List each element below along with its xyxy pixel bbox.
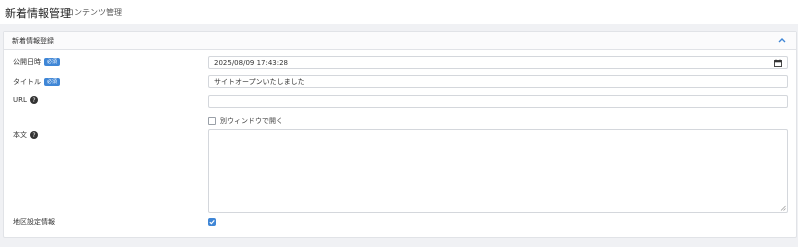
page-title: 新着情報管理 (5, 7, 71, 20)
body-label-row: 本文 ? (13, 130, 38, 140)
new-window-option[interactable]: 別ウィンドウで開く (208, 116, 283, 126)
registration-card: 新着情報登録 公開日時 必須 2025/08/09 17:43:28 タイトル … (3, 31, 797, 238)
svg-text:?: ? (32, 132, 35, 139)
svg-text:?: ? (32, 97, 35, 104)
body-textarea[interactable] (208, 129, 788, 213)
top-header: 新着情報管理 コンテンツ管理 (0, 0, 798, 24)
title-label: タイトル (13, 78, 41, 86)
page-subtitle: コンテンツ管理 (66, 8, 122, 17)
card-header[interactable]: 新着情報登録 (4, 32, 796, 50)
chevron-up-icon[interactable] (776, 34, 788, 46)
checkmark-icon (209, 220, 215, 225)
required-badge: 必須 (44, 58, 61, 66)
title-input[interactable]: サイトオープンいたしました (208, 75, 788, 88)
required-badge: 必須 (44, 78, 61, 86)
question-circle-icon[interactable]: ? (29, 96, 38, 104)
publish-date-input[interactable]: 2025/08/09 17:43:28 (208, 56, 788, 69)
body-label: 本文 (13, 131, 27, 139)
title-label-row: タイトル 必須 (13, 77, 61, 87)
url-label: URL (13, 96, 27, 104)
calendar-icon[interactable] (774, 59, 782, 67)
publish-date-label-row: 公開日時 必須 (13, 57, 61, 67)
reflect-checkbox[interactable] (208, 218, 216, 226)
resize-grip-icon[interactable] (780, 205, 786, 211)
reflect-label-row: 地区設定情報 (13, 217, 55, 227)
question-circle-icon[interactable]: ? (30, 131, 38, 139)
new-window-checkbox[interactable] (208, 117, 216, 125)
card-title: 新着情報登録 (12, 37, 54, 45)
title-value: サイトオープンいたしました (214, 78, 305, 86)
url-label-row: URL ? (13, 96, 38, 104)
url-input[interactable] (208, 95, 788, 108)
new-window-label: 別ウィンドウで開く (220, 117, 283, 125)
publish-date-value: 2025/08/09 17:43:28 (214, 59, 289, 67)
publish-date-label: 公開日時 (13, 58, 41, 66)
reflect-label: 地区設定情報 (13, 218, 55, 226)
